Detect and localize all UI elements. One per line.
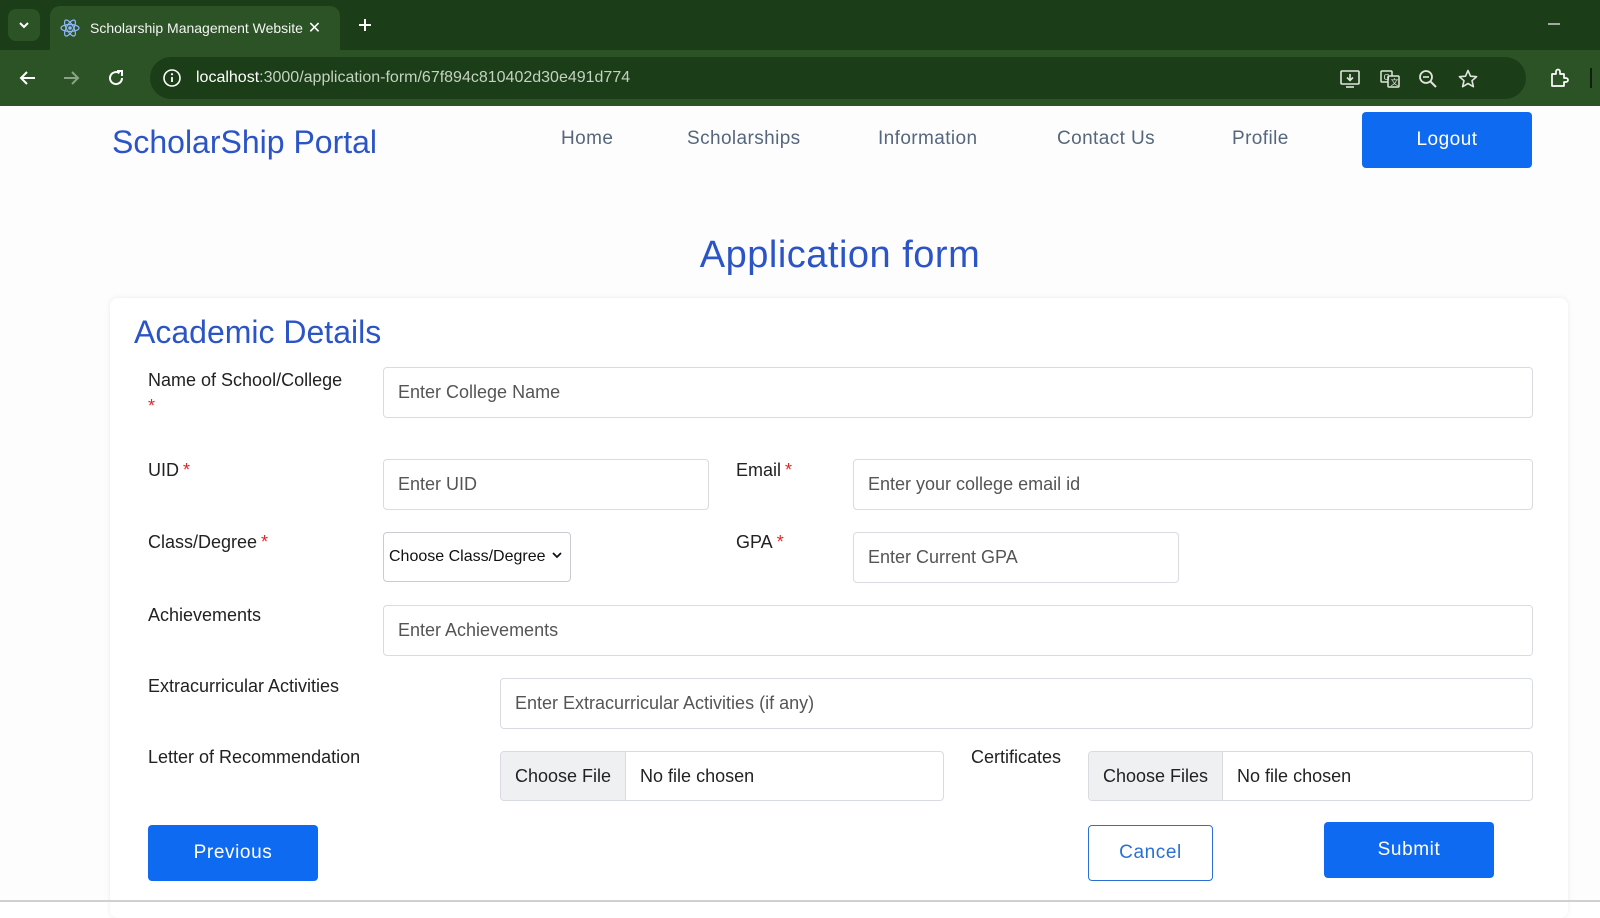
svg-text:文: 文 [1391, 77, 1399, 87]
chevron-down-icon [551, 548, 563, 566]
certificates-label: Certificates [971, 747, 1062, 767]
forward-arrow-icon[interactable] [55, 62, 87, 94]
file-status-text: No file chosen [640, 765, 755, 786]
email-label: Email * [736, 460, 793, 480]
extracurricular-label: Extracurricular Activities [148, 676, 340, 696]
uid-label: UID * [148, 460, 191, 480]
recommendation-label: Letter of Recommendation [148, 747, 361, 767]
choose-file-button[interactable]: Choose File [501, 752, 627, 800]
section-title: Academic Details [134, 314, 382, 350]
browser-tab[interactable]: Scholarship Management Website ✕ [50, 6, 340, 50]
install-app-icon[interactable] [1338, 67, 1362, 91]
page-title: Application form [699, 234, 981, 276]
svg-text:G: G [1384, 73, 1390, 82]
back-arrow-icon[interactable] [12, 62, 44, 94]
nav-link-contact-us[interactable]: Contact Us [1057, 128, 1155, 150]
file-status-text: No file chosen [1237, 765, 1352, 786]
degree-select-value: Choose Class/Degree [389, 548, 546, 565]
nav-link-profile[interactable]: Profile [1232, 128, 1289, 150]
nav-link-home[interactable]: Home [561, 128, 613, 150]
achievements-label: Achievements [148, 605, 262, 625]
certificates-file-input[interactable]: Choose Files No file chosen [1088, 751, 1533, 801]
address-bar[interactable]: localhost:3000/application-form/67f894c8… [150, 57, 1526, 99]
page-content: ScholarShip Portal Home Scholarships Inf… [0, 106, 1600, 918]
gpa-label: GPA * [736, 532, 784, 552]
info-icon[interactable] [162, 68, 182, 88]
browser-toolbar: localhost:3000/application-form/67f894c8… [0, 50, 1600, 106]
previous-button[interactable]: Previous [148, 825, 318, 881]
logout-button[interactable]: Logout [1362, 112, 1532, 168]
gpa-input[interactable] [853, 532, 1179, 583]
nav-link-scholarships[interactable]: Scholarships [687, 128, 801, 150]
uid-input[interactable] [383, 459, 709, 510]
tab-list-icon[interactable] [8, 9, 40, 41]
reload-icon[interactable] [100, 62, 132, 94]
recommendation-file-input[interactable]: Choose File No file chosen [500, 751, 944, 801]
degree-label: Class/Degree * [148, 532, 269, 552]
url-text: localhost:3000/application-form/67f894c8… [196, 69, 631, 86]
browser-tab-strip: Scholarship Management Website ✕ [0, 0, 1600, 50]
window-edge [1590, 68, 1592, 88]
plus-icon[interactable] [350, 10, 380, 40]
college-label: Name of School/College [148, 370, 343, 390]
submit-button[interactable]: Submit [1324, 822, 1494, 878]
tab-title: Scholarship Management Website [90, 20, 303, 36]
extensions-icon[interactable] [1544, 63, 1574, 93]
achievements-input[interactable] [383, 605, 1533, 656]
translate-icon[interactable]: G文 [1378, 67, 1402, 91]
college-name-input[interactable] [383, 367, 1533, 418]
required-marker: * [148, 396, 156, 416]
degree-select[interactable]: Choose Class/Degree [383, 532, 571, 582]
choose-files-button[interactable]: Choose Files [1089, 752, 1224, 800]
zoom-icon[interactable] [1416, 67, 1440, 91]
extracurricular-input[interactable] [500, 678, 1533, 729]
email-input[interactable] [853, 459, 1533, 510]
bookmark-star-icon[interactable] [1456, 67, 1480, 91]
minimize-icon[interactable] [1546, 14, 1562, 34]
nav-link-information[interactable]: Information [878, 128, 977, 150]
react-favicon-icon [60, 18, 80, 38]
close-icon[interactable]: ✕ [303, 16, 326, 40]
cancel-button[interactable]: Cancel [1088, 825, 1213, 881]
brand-logo[interactable]: ScholarShip Portal [112, 124, 377, 161]
